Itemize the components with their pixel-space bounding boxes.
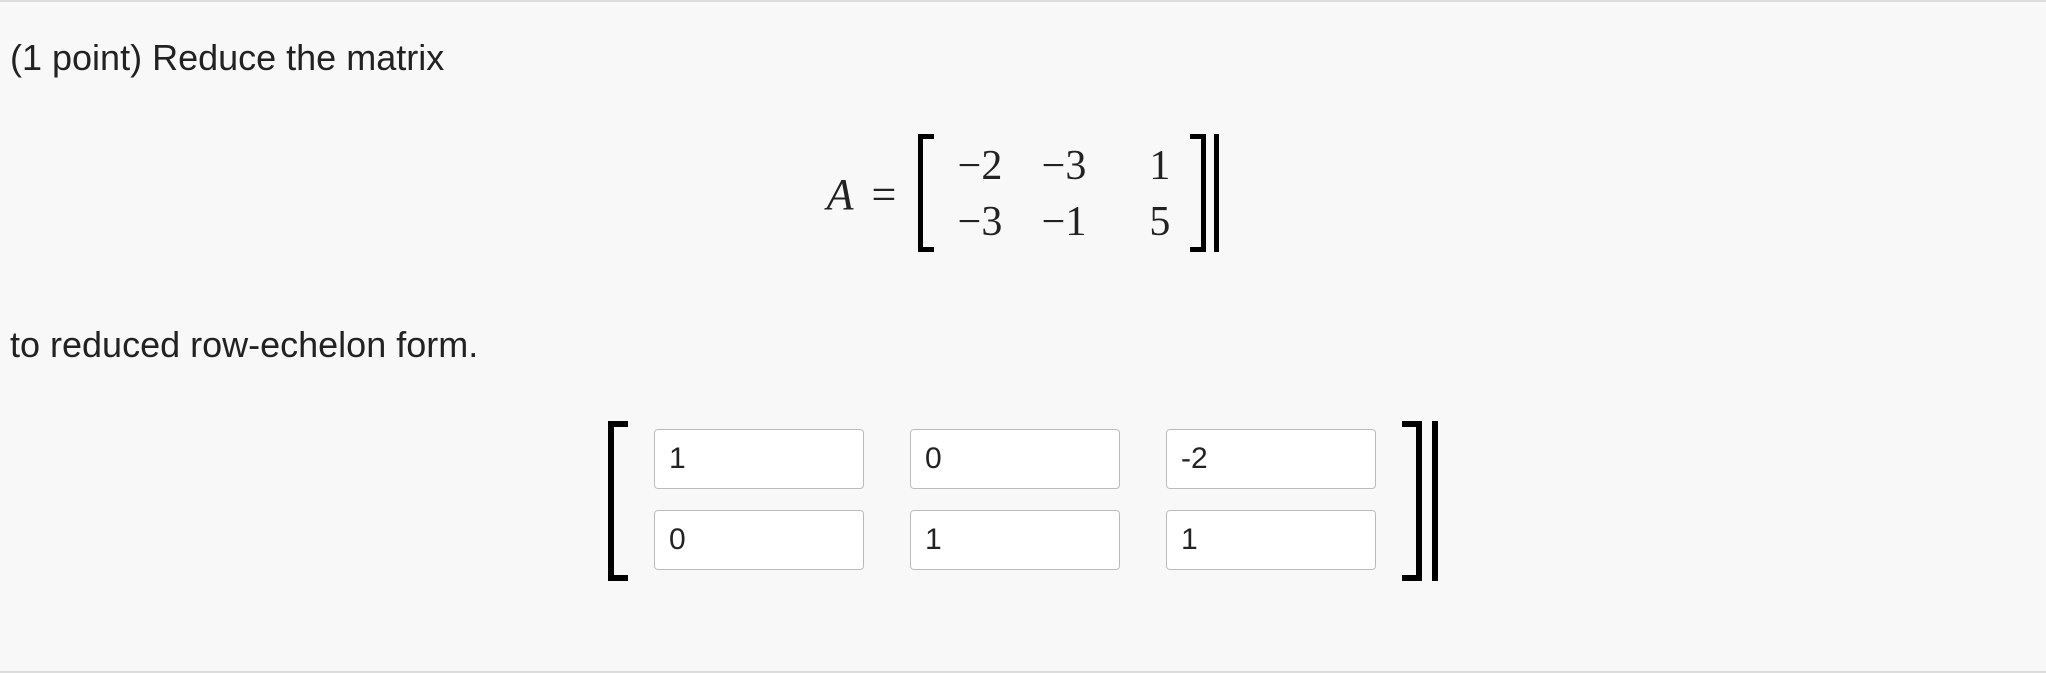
- answer-input-r1c1[interactable]: [910, 510, 1120, 570]
- answer-grid: [634, 421, 1396, 581]
- matrix-display: −2 −3 1 −3 −1 5: [918, 134, 1219, 254]
- matrix-label: A: [827, 169, 854, 220]
- answer-input-r1c2[interactable]: [1166, 510, 1376, 570]
- matrix-cell: 1: [1122, 142, 1170, 190]
- matrix-cell: −3: [1038, 142, 1086, 190]
- left-bracket-icon: [608, 421, 634, 581]
- question-suffix: to reduced row-echelon form.: [0, 324, 2046, 366]
- equals-sign: =: [872, 169, 897, 220]
- left-bracket-icon: [918, 134, 940, 252]
- matrix-cell: 5: [1122, 198, 1170, 246]
- matrix-cell: −2: [954, 142, 1002, 190]
- matrix-cells: −2 −3 1 −3 −1 5: [940, 134, 1184, 254]
- answer-input-r1c0[interactable]: [654, 510, 864, 570]
- matrix-cell: −1: [1038, 198, 1086, 246]
- matrix-equation: A = −2 −3 1 −3 −1 5: [0, 134, 2046, 254]
- answer-matrix: [0, 421, 2046, 581]
- question-prompt: (1 point) Reduce the matrix: [0, 37, 2046, 79]
- right-bar-icon: [1432, 421, 1438, 581]
- right-bracket-icon: [1396, 421, 1422, 581]
- answer-input-r0c2[interactable]: [1166, 429, 1376, 489]
- right-bracket-icon: [1184, 134, 1206, 252]
- right-bar-icon: [1214, 134, 1219, 252]
- matrix-cell: −3: [954, 198, 1002, 246]
- answer-input-r0c1[interactable]: [910, 429, 1120, 489]
- answer-input-r0c0[interactable]: [654, 429, 864, 489]
